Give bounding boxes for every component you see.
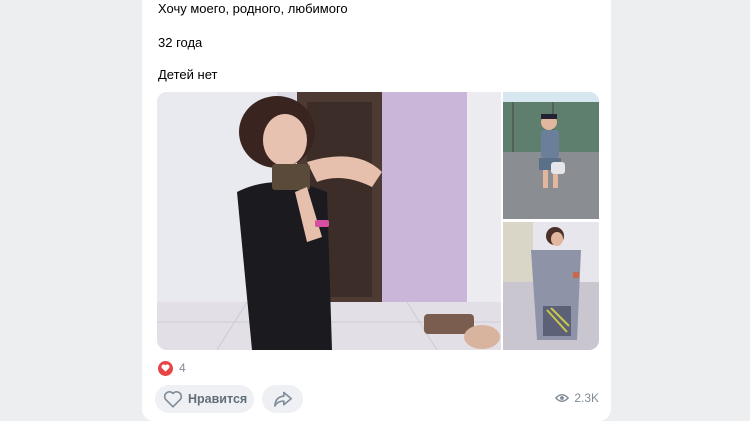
- post-text-line-2: 32 года: [158, 35, 203, 50]
- heart-icon: [158, 360, 173, 376]
- photo-side-1[interactable]: [503, 92, 599, 219]
- photo-main[interactable]: [157, 92, 501, 350]
- heart-outline-icon: [163, 390, 183, 408]
- share-button[interactable]: [262, 385, 303, 413]
- photo-main-image: [157, 92, 501, 350]
- views-counter: 2.3K: [555, 391, 599, 405]
- post-text-line-3: Детей нет: [158, 67, 218, 82]
- like-button[interactable]: Нравится: [155, 385, 254, 413]
- eye-icon: [555, 393, 570, 403]
- like-button-label: Нравится: [188, 392, 248, 406]
- views-count: 2.3K: [574, 391, 599, 405]
- likes-summary[interactable]: 4: [158, 359, 186, 377]
- post-text-line-1: Хочу моего, родного, любимого: [158, 1, 348, 16]
- photo-gallery: [157, 92, 601, 350]
- share-arrow-icon: [273, 390, 293, 408]
- photo-side-2-image: [503, 222, 599, 350]
- post-card: Хочу моего, родного, любимого 32 года Де…: [142, 0, 611, 421]
- likes-count: 4: [179, 361, 186, 375]
- photo-side-2[interactable]: [503, 222, 599, 350]
- photo-side-1-image: [503, 92, 599, 219]
